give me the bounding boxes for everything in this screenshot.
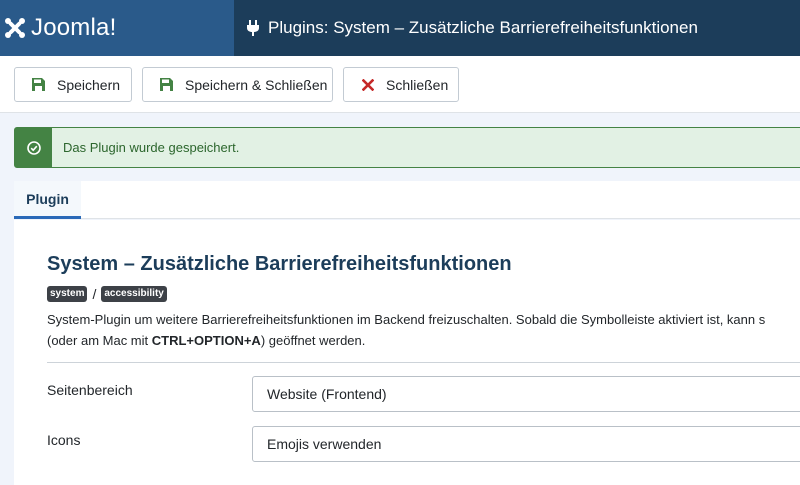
section-select-value: Website (Frontend) xyxy=(267,386,387,402)
plugin-badges: system / accessibility xyxy=(47,286,167,302)
plugin-description: System-Plugin um weitere Barrierefreihei… xyxy=(47,309,800,351)
close-button[interactable]: Schließen xyxy=(343,67,459,102)
badge-separator: / xyxy=(92,286,97,302)
icons-select-value: Emojis verwenden xyxy=(267,436,382,452)
save-close-button[interactable]: Speichern & Schließen xyxy=(142,67,333,102)
description-line: (oder am Mac mit CTRL+OPTION+A) geöffnet… xyxy=(47,330,800,351)
icons-select[interactable]: Emojis verwenden xyxy=(252,426,800,462)
joomla-logo-icon xyxy=(5,18,25,38)
badge-element: accessibility xyxy=(101,286,167,302)
section-select[interactable]: Website (Frontend) xyxy=(252,376,800,412)
divider xyxy=(47,362,800,363)
page-title: Plugins: System – Zusätzliche Barrierefr… xyxy=(234,0,698,56)
page-title-text: Plugins: System – Zusätzliche Barrierefr… xyxy=(268,18,698,37)
plugin-panel: System – Zusätzliche Barrierefreiheitsfu… xyxy=(14,220,800,485)
brand-name: Joomla! xyxy=(31,14,117,41)
description-line: System-Plugin um weitere Barrierefreihei… xyxy=(47,312,766,327)
plug-icon xyxy=(246,20,260,36)
success-alert: Das Plugin wurde gespeichert. xyxy=(14,127,800,168)
close-icon xyxy=(360,77,376,93)
section-field-label: Seitenbereich xyxy=(47,382,133,398)
brand-logo[interactable]: Joomla! xyxy=(0,0,234,56)
alert-message: Das Plugin wurde gespeichert. xyxy=(63,140,240,155)
description-text: ) geöffnet werden. xyxy=(260,333,366,348)
badge-folder: system xyxy=(47,286,88,302)
icons-field-label: Icons xyxy=(47,432,81,448)
check-circle-icon xyxy=(15,128,52,167)
app-header: Joomla! Plugins: System – Zusätzliche Ba… xyxy=(0,0,800,56)
plugin-title: System – Zusätzliche Barrierefreiheitsfu… xyxy=(47,253,512,275)
description-text: (oder am Mac mit xyxy=(47,333,152,348)
close-button-label: Schließen xyxy=(386,76,449,93)
tab-plugin[interactable]: Plugin xyxy=(14,181,81,219)
keyboard-shortcut: CTRL+OPTION+A xyxy=(151,333,261,348)
save-button-label: Speichern xyxy=(57,76,121,93)
save-icon xyxy=(158,77,174,93)
toolbar: Speichern Speichern & Schließen Schließe… xyxy=(0,56,800,113)
save-close-button-label: Speichern & Schließen xyxy=(185,76,328,93)
save-button[interactable]: Speichern xyxy=(14,67,132,102)
save-icon xyxy=(30,77,46,93)
tab-bar: Plugin xyxy=(14,181,800,219)
